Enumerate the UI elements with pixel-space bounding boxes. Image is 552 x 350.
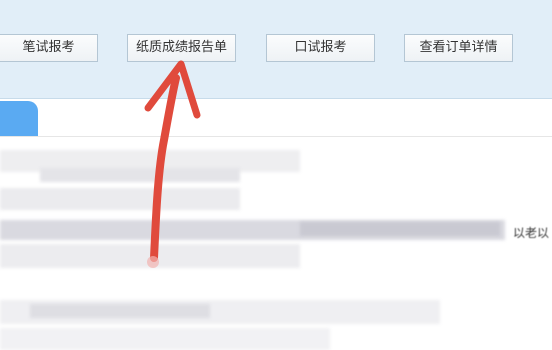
annotation-arrow	[144, 60, 201, 268]
annotation-arrow-shaft	[150, 74, 180, 262]
annotation-arrow-tail	[147, 256, 159, 268]
